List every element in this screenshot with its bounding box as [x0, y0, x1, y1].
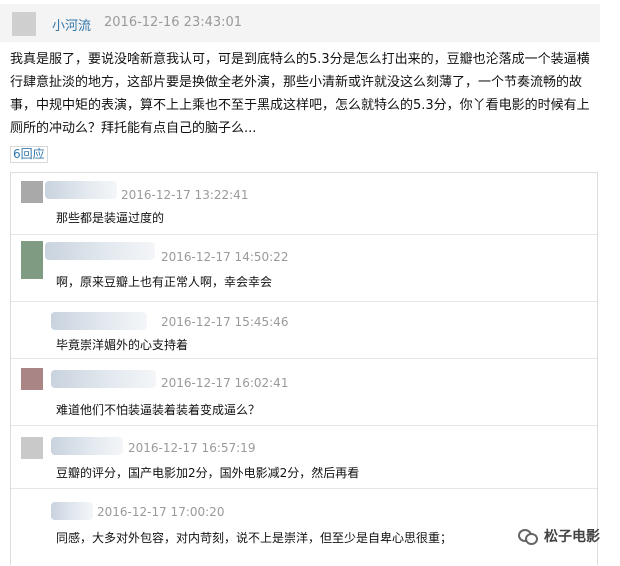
reply-count-link[interactable]: 6回应 [10, 146, 48, 163]
blurred-username[interactable] [45, 181, 117, 199]
main-comment: 小河流 2016-12-16 23:43:01 我真是服了，要说没啥新意我认可，… [0, 0, 600, 165]
reply-text: 豆瓣的评分，国产电影加2分，国外电影减2分，然后再看 [56, 466, 360, 480]
reply-item: 2016-12-17 13:22:41 那些都是装逼过度的 [11, 173, 597, 235]
username-link[interactable]: 小河流 [52, 15, 91, 34]
reply-timestamp: 2016-12-17 17:00:20 [97, 505, 225, 519]
reply-timestamp: 2016-12-17 15:45:46 [161, 315, 289, 329]
reply-text: 毕竟崇洋媚外的心支持着 [56, 338, 189, 352]
reply-item: 2016-12-17 16:02:41 难道他们不怕装逼装着装着变成逼么？ [11, 360, 597, 426]
blurred-username[interactable] [51, 370, 156, 388]
reply-text: 啊，原来豆瓣上也有正常人啊，幸会幸会 [56, 275, 273, 289]
reply-timestamp: 2016-12-17 14:50:22 [161, 250, 289, 264]
avatar[interactable] [21, 437, 43, 459]
reply-item: 2016-12-17 17:00:20 同感，大多对外包容，对内苛刻，说不上是崇… [11, 490, 597, 566]
blurred-username[interactable] [51, 437, 123, 455]
reply-text: 难道他们不怕装逼装着装着变成逼么？ [56, 403, 261, 417]
avatar[interactable] [21, 241, 43, 279]
avatar[interactable] [21, 181, 43, 203]
reply-text: 同感，大多对外包容，对内苛刻，说不上是崇洋，但至少是自卑心思很重； [56, 531, 453, 545]
reply-item: 2016-12-17 16:57:19 豆瓣的评分，国产电影加2分，国外电影减2… [11, 427, 597, 489]
comment-timestamp: 2016-12-16 23:43:01 [104, 15, 243, 30]
reply-item: 2016-12-17 14:50:22 啊，原来豆瓣上也有正常人啊，幸会幸会 [11, 236, 597, 302]
reply-timestamp: 2016-12-17 16:02:41 [161, 376, 289, 390]
comment-line: 行肆意扯淡的地方，这部片要是换做全老外演，那些小清新或许就没这么刻薄了，一个节奏… [10, 75, 583, 90]
avatar[interactable] [21, 368, 43, 390]
reply-text: 那些都是装逼过度的 [56, 211, 165, 225]
blurred-username[interactable] [45, 242, 155, 260]
blurred-username[interactable] [51, 312, 147, 330]
comment-line: 我真是服了，要说没啥新意我认可，可是到底特么的5.3分是怎么打出来的，豆瓣也沦落… [10, 52, 590, 67]
comment-line: 厕所的冲动么？拜托能有点自己的脑子么... [10, 121, 257, 136]
replies-list: 2016-12-17 13:22:41 那些都是装逼过度的 2016-12-17… [10, 172, 598, 565]
blurred-username[interactable] [51, 502, 93, 520]
reply-item: 2016-12-17 15:45:46 毕竟崇洋媚外的心支持着 [11, 303, 597, 359]
wechat-icon [518, 529, 538, 545]
comment-body: 我真是服了，要说没啥新意我认可，可是到底特么的5.3分是怎么打出来的，豆瓣也沦落… [10, 48, 590, 140]
watermark: 松子电影 [518, 526, 600, 546]
watermark-text: 松子电影 [544, 529, 600, 545]
reply-timestamp: 2016-12-17 16:57:19 [128, 441, 256, 455]
avatar[interactable] [12, 12, 36, 36]
reply-timestamp: 2016-12-17 13:22:41 [121, 188, 249, 202]
comment-line: 事，中规中矩的表演，算不上上乘也不至于黑成这样吧，怎么就特么的5.3分，你丫看电… [10, 98, 590, 113]
